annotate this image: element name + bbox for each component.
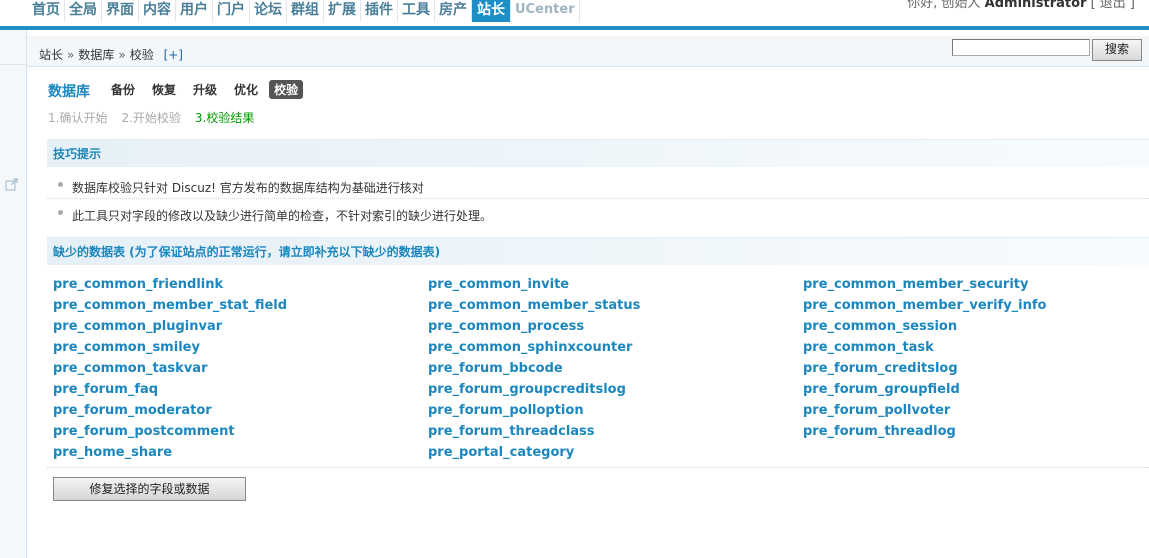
nav-tab[interactable]: 站长	[472, 0, 511, 22]
user-info: 你好, 创始人 Administrator [ 退出 ]	[907, 0, 1135, 11]
nav-tab[interactable]: UCenter	[511, 0, 580, 22]
bullet-icon	[58, 210, 63, 215]
sidebar-divider	[0, 64, 26, 65]
bullet-icon	[58, 182, 63, 187]
nav-tab[interactable]: 工具	[398, 0, 435, 22]
breadcrumb-bar: 站长» 数据库» 校验 [+] 搜索	[27, 36, 1149, 67]
submenu-item[interactable]: 校验	[269, 80, 304, 99]
table-link[interactable]: pre_forum_groupcreditslog	[428, 382, 626, 397]
list-divider	[47, 467, 1149, 468]
table-link[interactable]: pre_forum_polloption	[428, 403, 584, 418]
submenu-item[interactable]: 备份	[111, 80, 135, 99]
breadcrumb-item[interactable]: 站长	[39, 48, 63, 62]
step-label: 3.校验结果	[194, 111, 255, 125]
nav-tab[interactable]: 界面	[102, 0, 139, 22]
table-link[interactable]: pre_common_process	[428, 319, 584, 334]
table-link[interactable]: pre_home_share	[53, 445, 172, 460]
page-title: 数据库	[48, 84, 90, 100]
database-submenu: 备份 恢复 升级 优化 校验	[111, 80, 320, 99]
table-link[interactable]: pre_forum_faq	[53, 382, 158, 397]
breadcrumb-item: 校验	[129, 48, 154, 62]
breadcrumb-separator: »	[118, 48, 126, 62]
submenu-item[interactable]: 恢复	[152, 80, 176, 99]
table-link[interactable]: pre_common_member_verify_info	[803, 298, 1046, 313]
table-link[interactable]: pre_common_taskvar	[53, 361, 207, 376]
submenu-item[interactable]: 优化	[234, 80, 258, 99]
nav-tab[interactable]: 插件	[361, 0, 398, 22]
nav-tab[interactable]: 群组	[287, 0, 324, 22]
table-link[interactable]: pre_common_sphinxcounter	[428, 340, 632, 355]
table-link[interactable]: pre_forum_groupfield	[803, 382, 960, 397]
submenu-item[interactable]: 升级	[193, 80, 217, 99]
breadcrumb-item[interactable]: 数据库	[78, 48, 114, 62]
nav-tab[interactable]: 论坛	[250, 0, 287, 22]
missing-tables-heading: 缺少的数据表 (为了保证站点的正常运行，请立即补充以下缺少的数据表)	[47, 237, 1149, 265]
greeting-text: 你好, 创始人	[907, 0, 981, 11]
left-sidebar	[0, 30, 27, 558]
table-link[interactable]: pre_forum_moderator	[53, 403, 212, 418]
table-link[interactable]: pre_common_session	[803, 319, 957, 334]
nav-tab[interactable]: 用户	[176, 0, 213, 22]
nav-tab[interactable]: 内容	[139, 0, 176, 22]
breadcrumb: 站长» 数据库» 校验 [+]	[39, 46, 183, 63]
table-link[interactable]: pre_common_smiley	[53, 340, 200, 355]
table-link[interactable]: pre_forum_threadlog	[803, 424, 956, 439]
breadcrumb-separator: »	[67, 48, 75, 62]
nav-tab[interactable]: 扩展	[324, 0, 361, 22]
table-link[interactable]: pre_forum_pollvoter	[803, 403, 950, 418]
table-link[interactable]: pre_common_friendlink	[53, 277, 223, 292]
table-link[interactable]: pre_common_task	[803, 340, 934, 355]
repair-button[interactable]: 修复选择的字段或数据	[53, 477, 246, 501]
search-button[interactable]: 搜索	[1092, 39, 1142, 61]
main-content: 站长» 数据库» 校验 [+] 搜索 数据库 备份 恢复 升级 优化 校验 1.确认开始 2.…	[27, 30, 1149, 558]
tip-text: 数据库校验只针对 Discuz! 官方发布的数据库结构为基础进行核对	[72, 181, 424, 195]
table-link[interactable]: pre_forum_threadclass	[428, 424, 595, 439]
step-label: 2.开始校验	[121, 111, 181, 125]
add-shortcut-link[interactable]: [+]	[164, 48, 183, 62]
tips-heading: 技巧提示	[47, 139, 1149, 167]
table-link[interactable]: pre_common_member_security	[803, 277, 1028, 292]
tip-text: 此工具只对字段的修改以及缺少进行简单的检查，不针对索引的缺少进行处理。	[72, 209, 493, 223]
progress-steps: 1.确认开始 2.开始校验 3.校验结果	[48, 109, 268, 126]
nav-tab[interactable]: 首页	[28, 0, 65, 22]
username: Administrator	[984, 0, 1087, 11]
top-nav: 首页 全局 界面 内容 用户 门户 论坛 群组 扩展 插件 工具 房产 站长 UCenter 你好, 创始…	[0, 0, 1149, 26]
search-input[interactable]	[952, 39, 1090, 56]
table-link[interactable]: pre_forum_creditslog	[803, 361, 958, 376]
step-label: 1.确认开始	[48, 111, 108, 125]
table-link[interactable]: pre_portal_category	[428, 445, 574, 460]
table-link[interactable]: pre_common_invite	[428, 277, 569, 292]
tip-divider	[47, 198, 1149, 199]
table-link[interactable]: pre_common_member_stat_field	[53, 298, 287, 313]
table-link[interactable]: pre_forum_postcomment	[53, 424, 235, 439]
main-menu: 首页 全局 界面 内容 用户 门户 论坛 群组 扩展 插件 工具 房产 站长 UCenter	[28, 0, 580, 22]
logout-link[interactable]: [ 退出 ]	[1091, 0, 1135, 11]
table-link[interactable]: pre_common_pluginvar	[53, 319, 222, 334]
nav-tab[interactable]: 门户	[213, 0, 250, 22]
table-link[interactable]: pre_common_member_status	[428, 298, 640, 313]
nav-tab[interactable]: 全局	[65, 0, 102, 22]
open-in-new-window-icon[interactable]	[5, 178, 18, 191]
table-link[interactable]: pre_forum_bbcode	[428, 361, 563, 376]
nav-tab[interactable]: 房产	[435, 0, 472, 22]
